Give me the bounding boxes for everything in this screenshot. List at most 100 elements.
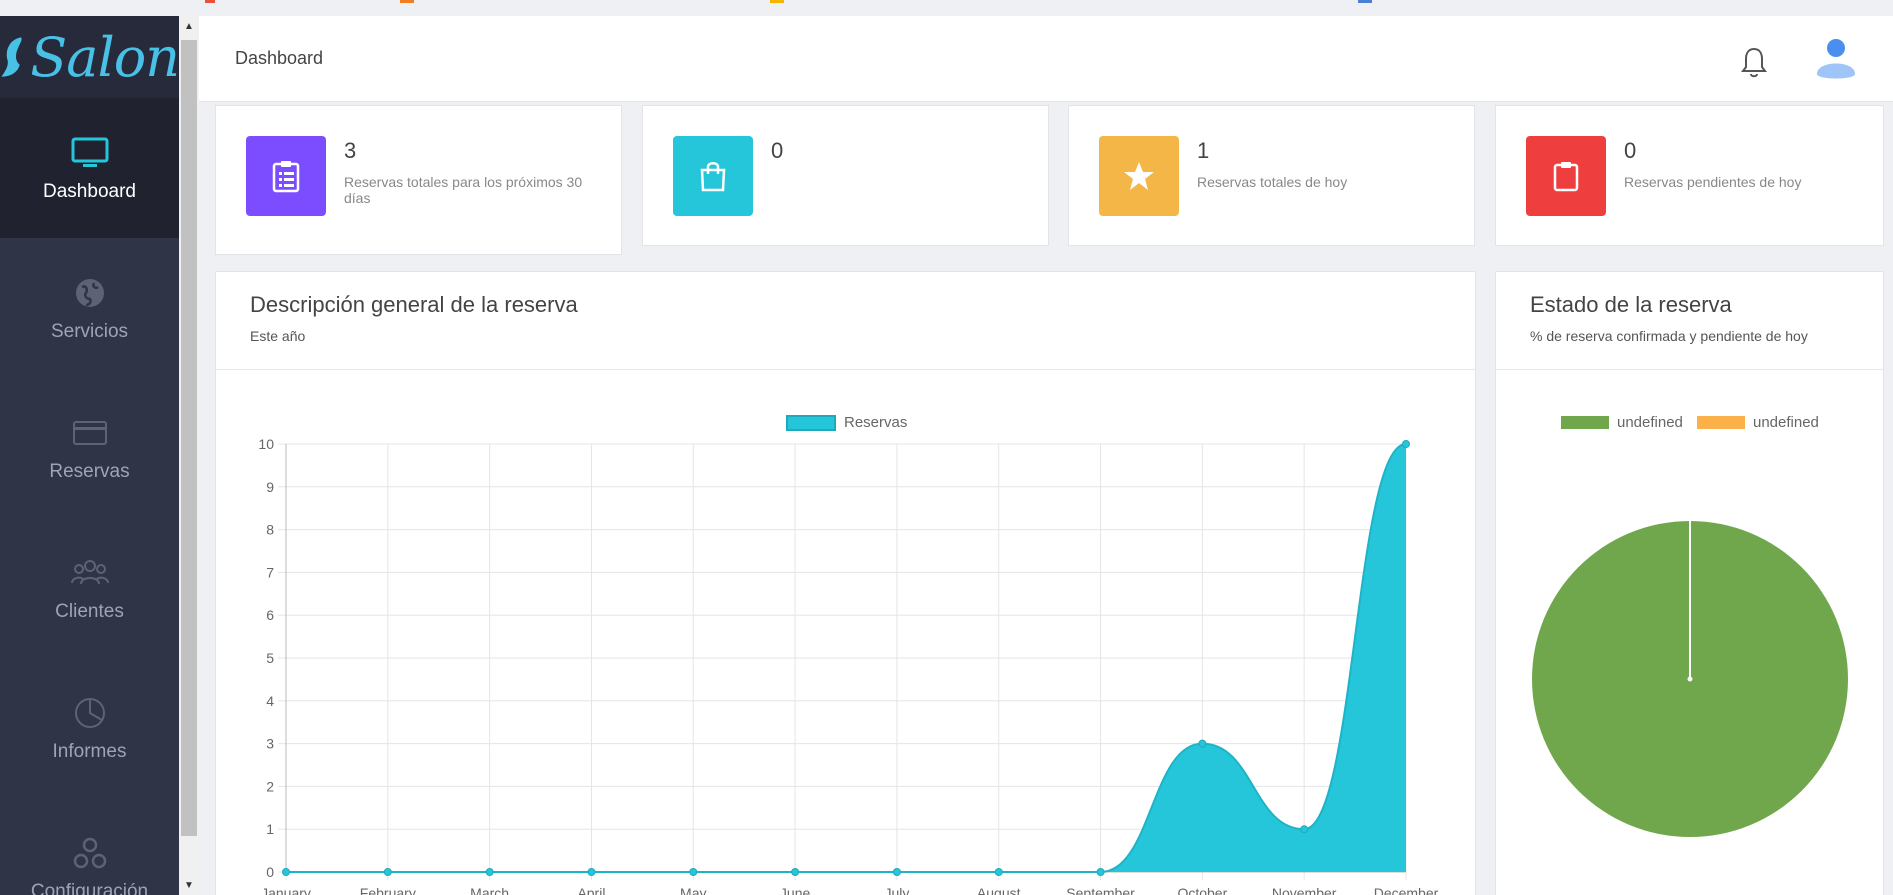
sidebar-item-clientes[interactable]: Clientes <box>0 518 179 658</box>
stat-label: Reservas pendientes de hoy <box>1624 174 1802 190</box>
panel-title: Estado de la reserva <box>1530 292 1732 317</box>
y-tick-label: 1 <box>266 821 274 837</box>
x-tick-label: October <box>1177 885 1227 895</box>
stat-value: 0 <box>771 138 784 163</box>
panel-title: Descripción general de la reserva <box>250 292 578 317</box>
data-point <box>383 868 392 876</box>
stat-card: 1 Reservas totales de hoy <box>1068 105 1475 246</box>
bell-icon[interactable] <box>1741 46 1767 83</box>
scroll-up-arrow-icon[interactable]: ▲ <box>179 16 199 36</box>
data-point <box>1300 825 1309 834</box>
legend-swatch <box>1697 416 1745 429</box>
user-avatar-icon[interactable] <box>1815 38 1857 87</box>
scroll-down-arrow-icon[interactable]: ▼ <box>179 875 199 895</box>
credit-card-icon <box>70 413 110 453</box>
data-point <box>282 868 290 876</box>
sidebar-item-label: Servicios <box>50 321 129 342</box>
y-tick-label: 9 <box>266 479 274 495</box>
logo[interactable]: Salon <box>0 16 180 98</box>
legend-swatch <box>1561 416 1609 429</box>
legend-label: Reservas <box>844 414 908 431</box>
sidebar: Salon Dashboard Servicios Reservas Clien… <box>0 16 180 895</box>
sidebar-scrollbar[interactable]: ▲ ▼ <box>179 16 199 895</box>
data-point <box>1198 739 1207 748</box>
x-tick-label: April <box>577 885 605 895</box>
panel-subtitle: % de reserva confirmada y pendiente de h… <box>1530 328 1808 344</box>
stat-card: 0 <box>642 105 1049 246</box>
sidebar-item-label: Clientes <box>55 601 124 622</box>
chart-legend-item[interactable]: undefined <box>1561 414 1683 431</box>
y-tick-label: 0 <box>266 864 274 880</box>
stat-card: 0 Reservas pendientes de hoy <box>1495 105 1884 246</box>
y-tick-label: 2 <box>266 778 274 794</box>
data-point <box>689 868 698 876</box>
y-tick-label: 5 <box>266 650 274 666</box>
star-icon <box>1099 136 1179 216</box>
stat-label: Reservas totales para los próximos 30 dí… <box>344 174 583 206</box>
top-header: Dashboard <box>199 16 1893 102</box>
sidebar-item-reservas[interactable]: Reservas <box>0 378 179 518</box>
data-point <box>892 868 901 876</box>
data-point <box>994 868 1003 876</box>
sidebar-item-label: Configuración <box>30 881 149 895</box>
x-tick-label: July <box>884 885 909 895</box>
sidebar-item-dashboard[interactable]: Dashboard <box>0 98 179 238</box>
sidebar-item-label: Reservas <box>49 461 130 482</box>
clipboard-icon <box>1526 136 1606 216</box>
shopping-bag-icon <box>673 136 753 216</box>
page-title: Dashboard <box>235 48 324 68</box>
divider <box>1496 369 1883 370</box>
y-tick-label: 3 <box>266 736 274 752</box>
chart-legend-item[interactable]: Reservas <box>786 414 907 431</box>
chart-legend-item[interactable]: undefined <box>1697 414 1819 431</box>
y-tick-label: 8 <box>266 522 274 538</box>
reservation-status-panel: Estado de la reserva % de reserva confir… <box>1495 271 1884 895</box>
legend-label: undefined <box>1617 414 1683 431</box>
stat-value: 0 <box>1624 138 1637 163</box>
sidebar-item-servicios[interactable]: Servicios <box>0 238 179 378</box>
y-tick-label: 6 <box>266 607 274 623</box>
reservation-status-pie-chart <box>1532 521 1848 837</box>
y-tick-label: 4 <box>266 693 274 709</box>
x-tick-label: May <box>680 885 706 895</box>
data-point <box>587 868 596 876</box>
cogs-icon <box>70 833 110 873</box>
pie-chart-icon <box>70 693 110 733</box>
users-icon <box>70 553 110 593</box>
stat-card: 3 Reservas totales para los próximos 30 … <box>215 105 622 255</box>
x-tick-label: March <box>470 885 509 895</box>
stat-value: 1 <box>1197 138 1210 163</box>
x-tick-label: December <box>1374 885 1439 895</box>
sidebar-item-configuracion[interactable]: Configuración <box>0 798 179 895</box>
x-tick-label: January <box>261 885 311 895</box>
data-point <box>1402 440 1410 448</box>
reservations-area-chart: 0 1 2 3 4 5 6 7 8 9 10 January February March April May… <box>258 436 1439 895</box>
legend-label: undefined <box>1753 414 1819 431</box>
logo-text: Salon <box>30 25 180 89</box>
x-tick-label: February <box>360 885 416 895</box>
sidebar-item-informes[interactable]: Informes <box>0 658 179 798</box>
reservations-overview-panel: Descripción general de la reserva Este a… <box>215 271 1476 895</box>
x-tick-label: September <box>1066 885 1135 895</box>
stat-value: 3 <box>344 138 357 163</box>
woman-silhouette-icon <box>1 37 22 77</box>
x-tick-label: June <box>780 885 811 895</box>
data-point <box>1096 868 1105 876</box>
sidebar-item-label: Dashboard <box>43 181 136 202</box>
stat-label: Reservas totales de hoy <box>1197 174 1348 190</box>
scrollbar-thumb[interactable] <box>181 40 197 836</box>
clipboard-list-icon <box>246 136 326 216</box>
panel-subtitle: Este año <box>250 328 306 344</box>
globe-icon <box>70 273 110 313</box>
monitor-icon <box>70 133 110 173</box>
x-tick-label: November <box>1272 885 1337 895</box>
x-tick-label: August <box>977 885 1021 895</box>
y-tick-label: 10 <box>258 436 274 452</box>
browser-top-strip <box>0 0 1893 4</box>
legend-swatch <box>786 414 836 431</box>
data-point <box>791 868 800 876</box>
y-tick-label: 7 <box>266 564 274 580</box>
divider <box>216 369 1475 370</box>
data-point <box>485 868 494 876</box>
pie-center-dot <box>1687 676 1693 682</box>
